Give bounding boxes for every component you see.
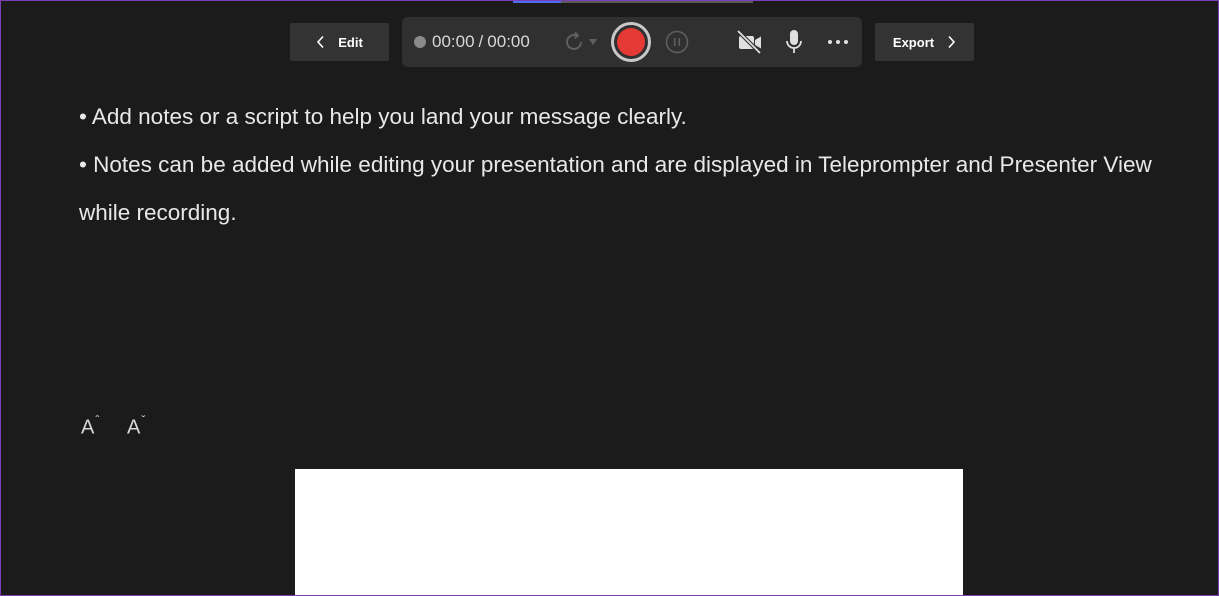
retake-icon xyxy=(566,31,582,50)
recording-window: Edit 00:00 / 00:00 Export • Add notes or… xyxy=(0,0,1219,596)
active-tab-indicator xyxy=(513,1,561,3)
chevron-left-icon xyxy=(317,35,324,49)
camera-off-icon xyxy=(736,29,762,55)
timer-elapsed: 00:00 xyxy=(432,32,475,51)
notes-text: • Add notes or a script to help you land… xyxy=(79,93,1179,237)
more-options-icon xyxy=(828,40,832,44)
timer-total: 00:00 xyxy=(487,32,530,51)
pause-button[interactable] xyxy=(665,30,689,54)
retake-button[interactable] xyxy=(562,30,604,54)
increase-font-mark: ˆ xyxy=(95,413,100,427)
decrease-font-icon: A xyxy=(127,416,141,439)
increase-font-size-button[interactable]: Aˆ xyxy=(81,413,100,445)
note-line: • Notes can be added while editing your … xyxy=(79,152,1152,225)
chevron-right-icon xyxy=(948,35,956,49)
view-tab-indicator xyxy=(513,1,753,3)
timer-separator: / xyxy=(478,32,484,51)
pause-icon xyxy=(665,30,689,54)
increase-font-icon: A xyxy=(81,416,95,439)
more-options-dot xyxy=(844,40,848,44)
camera-toggle-button[interactable] xyxy=(736,29,764,55)
more-options-button[interactable] xyxy=(824,30,852,54)
decrease-font-mark: ˇ xyxy=(141,413,146,427)
microphone-toggle-button[interactable] xyxy=(783,28,805,56)
record-icon xyxy=(617,28,645,56)
slide-preview xyxy=(295,469,963,595)
edit-button[interactable]: Edit xyxy=(290,23,389,61)
recording-status-dot xyxy=(414,36,426,48)
more-options-dot xyxy=(836,40,840,44)
edit-button-label: Edit xyxy=(338,34,363,50)
decrease-font-size-button[interactable]: Aˇ xyxy=(127,413,146,445)
microphone-icon xyxy=(786,30,802,53)
recording-controls: 00:00 / 00:00 xyxy=(402,17,862,67)
export-button[interactable]: Export xyxy=(875,23,974,61)
note-line: • Add notes or a script to help you land… xyxy=(79,104,687,129)
export-button-label: Export xyxy=(892,34,935,50)
record-button[interactable] xyxy=(611,22,651,62)
retake-dropdown-icon xyxy=(589,39,597,45)
recording-timer: 00:00 / 00:00 xyxy=(414,17,530,67)
